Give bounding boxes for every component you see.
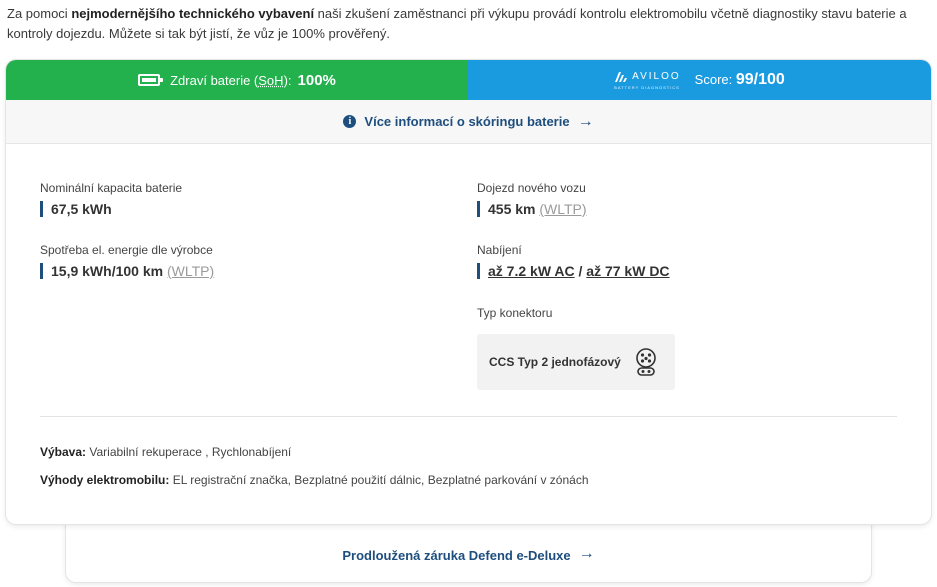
capacity-label: Nominální kapacita baterie <box>40 181 183 195</box>
aviloo-logo: AVILOO BATTERY DIAGNOSTICS <box>614 70 681 90</box>
equipment-label: Výbava: <box>40 445 87 459</box>
divider <box>40 416 897 417</box>
consumption-value: 15,9 kWh/100 km (WLTP) <box>40 263 214 279</box>
battery-scoring-link-label: Více informací o skóringu baterie <box>364 114 570 129</box>
range-field: Dojezd nového vozu 455 km (WLTP) <box>477 181 587 217</box>
battery-card: Zdraví baterie (SoH): 100% AVILOO BATTER… <box>6 60 931 524</box>
capacity-field: Nominální kapacita baterie 67,5 kWh <box>40 181 182 217</box>
aviloo-mark-icon <box>615 71 628 82</box>
capacity-value: 67,5 kWh <box>40 201 182 217</box>
wltp-link[interactable]: (WLTP) <box>167 263 214 279</box>
battery-banner: Zdraví baterie (SoH): 100% AVILOO BATTER… <box>6 60 931 100</box>
intro-text: Za pomoci nejmodernějšího technického vy… <box>7 6 907 41</box>
connector-label: Typ konektoru <box>477 306 553 320</box>
soh-value: 100% <box>297 71 336 89</box>
info-icon: i <box>343 115 357 128</box>
equipment-value: Variabilní rekuperace , Rychlonabíjení <box>86 445 292 459</box>
connector-box: CCS Typ 2 jednofázový <box>477 334 675 390</box>
range-label: Dojezd nového vozu <box>477 181 586 195</box>
benefits-value: EL registrační značka, Bezplatné použití… <box>169 473 589 487</box>
charging-value: až 7.2 kW AC / až 77 kW DC <box>477 263 670 279</box>
soh-abbr[interactable]: SoH <box>258 73 283 88</box>
arrow-right-icon: → <box>578 545 595 562</box>
charging-dc-link[interactable]: až 77 kW DC <box>586 263 669 279</box>
consumption-label: Spotřeba el. energie dle výrobce <box>40 243 213 257</box>
battery-icon <box>138 74 164 86</box>
intro-bold: nejmodernějšího technického vybavení <box>71 6 315 21</box>
ccs-connector-icon <box>636 348 656 376</box>
score-label: Score: 99/100 <box>694 71 785 88</box>
connector-value: CCS Typ 2 jednofázový <box>489 355 621 369</box>
soh-label: Zdraví baterie (SoH): <box>170 72 292 88</box>
consumption-field: Spotřeba el. energie dle výrobce 15,9 kW… <box>40 243 214 279</box>
battery-scoring-link[interactable]: i Více informací o skóringu baterie → <box>6 100 931 144</box>
wltp-link[interactable]: (WLTP) <box>539 201 586 217</box>
charging-label: Nabíjení <box>477 243 522 257</box>
equipment-line: Výbava: Variabilní rekuperace , Rychlona… <box>40 445 291 459</box>
aviloo-panel: AVILOO BATTERY DIAGNOSTICS Score: 99/100 <box>468 60 931 100</box>
charging-field: Nabíjení až 7.2 kW AC / až 77 kW DC <box>477 243 670 279</box>
charging-ac-link[interactable]: až 7.2 kW AC <box>488 263 575 279</box>
benefits-line: Výhody elektromobilu: EL registrační zna… <box>40 473 589 487</box>
connector-field: Typ konektoru <box>477 306 552 320</box>
arrow-right-icon: → <box>577 112 594 130</box>
benefits-label: Výhody elektromobilu: <box>40 473 170 487</box>
range-value: 455 km (WLTP) <box>477 201 587 217</box>
score-value: 99/100 <box>735 71 785 88</box>
warranty-link[interactable]: Prodloužená záruka Defend e-Deluxe <box>342 548 570 563</box>
soh-panel: Zdraví baterie (SoH): 100% <box>6 60 468 100</box>
